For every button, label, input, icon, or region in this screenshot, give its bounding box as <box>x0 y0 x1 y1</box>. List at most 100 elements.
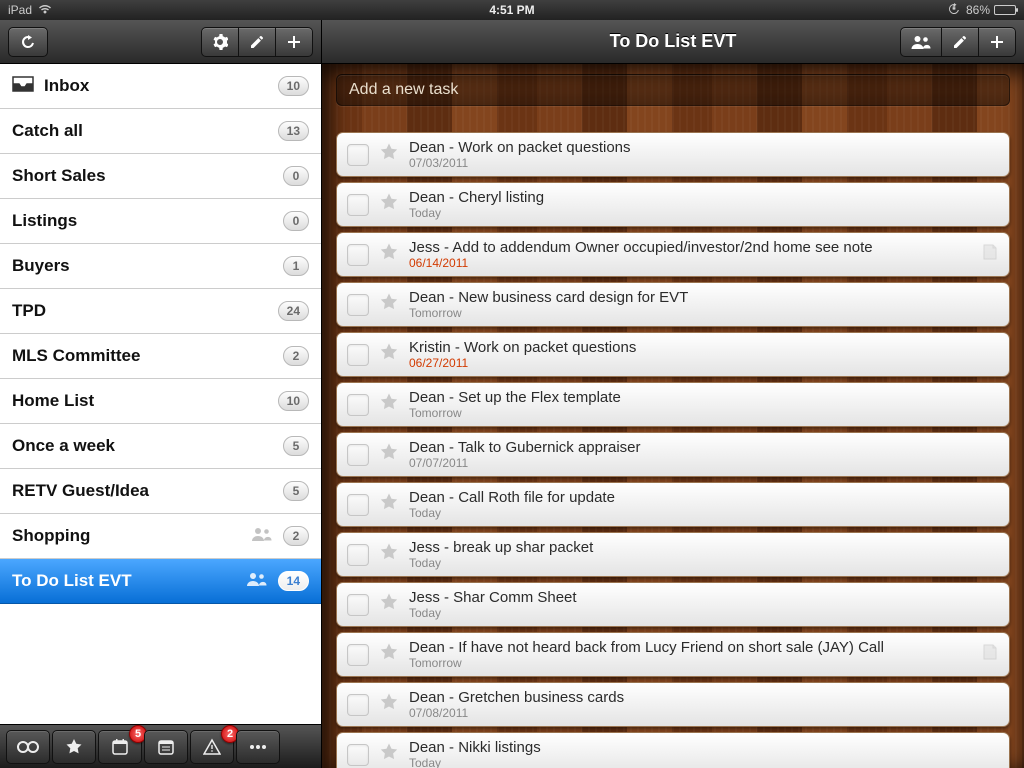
settings-button[interactable] <box>201 27 239 57</box>
task-row[interactable]: Dean - New business card design for EVTT… <box>336 282 1010 327</box>
task-title: Dean - Work on packet questions <box>409 139 999 156</box>
task-checkbox[interactable] <box>347 194 369 216</box>
sidebar-item-mls-committee[interactable]: MLS Committee2 <box>0 334 321 379</box>
sidebar-item-inbox[interactable]: Inbox 10 <box>0 64 321 109</box>
sidebar-item-count: 24 <box>278 301 309 321</box>
task-row[interactable]: Jess - Shar Comm SheetToday <box>336 582 1010 627</box>
task-checkbox[interactable] <box>347 744 369 766</box>
star-icon[interactable] <box>379 242 399 267</box>
star-icon[interactable] <box>379 742 399 767</box>
task-title: Dean - Gretchen business cards <box>409 689 999 706</box>
task-date: 07/08/2011 <box>409 706 999 720</box>
task-checkbox[interactable] <box>347 494 369 516</box>
clock: 4:51 PM <box>0 3 1024 17</box>
task-checkbox[interactable] <box>347 644 369 666</box>
sidebar-item-label: TPD <box>12 301 268 321</box>
star-icon[interactable] <box>379 292 399 317</box>
task-title: Dean - Nikki listings <box>409 739 999 756</box>
task-row[interactable]: Dean - Talk to Gubernick appraiser07/07/… <box>336 432 1010 477</box>
task-row[interactable]: Dean - Gretchen business cards07/08/2011 <box>336 682 1010 727</box>
sidebar-item-label: Short Sales <box>12 166 273 186</box>
task-date: Tomorrow <box>409 406 999 420</box>
sidebar-item-count: 0 <box>283 166 309 186</box>
sidebar-item-short-sales[interactable]: Short Sales 0 <box>0 154 321 199</box>
task-checkbox[interactable] <box>347 244 369 266</box>
star-icon[interactable] <box>379 492 399 517</box>
task-title: Jess - Add to addendum Owner occupied/in… <box>409 239 971 256</box>
task-row[interactable]: Jess - Add to addendum Owner occupied/in… <box>336 232 1010 277</box>
refresh-button[interactable] <box>8 27 48 57</box>
star-icon[interactable] <box>379 142 399 167</box>
task-row[interactable]: Dean - If have not heard back from Lucy … <box>336 632 1010 677</box>
add-list-button[interactable] <box>276 27 313 57</box>
star-icon[interactable] <box>379 442 399 467</box>
sidebar-item-listings[interactable]: Listings0 <box>0 199 321 244</box>
battery-icon <box>994 5 1016 15</box>
edit-lists-button[interactable] <box>239 27 276 57</box>
sidebar-item-tpd[interactable]: TPD 24 <box>0 289 321 334</box>
sidebar-item-buyers[interactable]: Buyers1 <box>0 244 321 289</box>
sidebar-item-shopping[interactable]: Shopping2 <box>0 514 321 559</box>
task-title: Jess - Shar Comm Sheet <box>409 589 999 606</box>
sidebar-item-home-list[interactable]: Home List10 <box>0 379 321 424</box>
sidebar-item-count: 10 <box>278 76 309 96</box>
star-icon[interactable] <box>379 592 399 617</box>
task-checkbox[interactable] <box>347 444 369 466</box>
star-icon[interactable] <box>379 342 399 367</box>
note-icon <box>981 243 999 266</box>
task-title: Kristin - Work on packet questions <box>409 339 999 356</box>
tasks-scroll-area[interactable]: Add a new task Dean - Work on packet que… <box>322 64 1024 768</box>
task-date: Today <box>409 606 999 620</box>
filter-overdue-button[interactable]: 2 <box>190 730 234 764</box>
task-row[interactable]: Dean - Call Roth file for updateToday <box>336 482 1010 527</box>
filter-today-button[interactable]: 5 <box>98 730 142 764</box>
star-icon[interactable] <box>379 642 399 667</box>
sidebar-item-label: Inbox <box>44 76 268 96</box>
sidebar-item-label: Home List <box>12 391 268 411</box>
task-date: 06/27/2011 <box>409 356 999 370</box>
sidebar-item-to-do-list-evt[interactable]: To Do List EVT14 <box>0 559 321 604</box>
task-row[interactable]: Jess - break up shar packetToday <box>336 532 1010 577</box>
task-date: Today <box>409 506 999 520</box>
sidebar-item-retv-guest-idea[interactable]: RETV Guest/Idea5 <box>0 469 321 514</box>
task-checkbox[interactable] <box>347 394 369 416</box>
filter-all-button[interactable] <box>6 730 50 764</box>
star-icon[interactable] <box>379 392 399 417</box>
sidebar-item-count: 5 <box>283 436 309 456</box>
sidebar-item-count: 2 <box>283 526 309 546</box>
task-title: Dean - Talk to Gubernick appraiser <box>409 439 999 456</box>
more-filters-button[interactable] <box>236 730 280 764</box>
star-icon[interactable] <box>379 692 399 717</box>
filter-starred-button[interactable] <box>52 730 96 764</box>
task-row[interactable]: Dean - Work on packet questions07/03/201… <box>336 132 1010 177</box>
sidebar-item-label: To Do List EVT <box>12 571 236 591</box>
sidebar-item-label: Buyers <box>12 256 273 276</box>
task-title: Dean - Cheryl listing <box>409 189 999 206</box>
task-row[interactable]: Dean - Set up the Flex templateTomorrow <box>336 382 1010 427</box>
task-checkbox[interactable] <box>347 344 369 366</box>
page-title: To Do List EVT <box>322 31 1024 52</box>
lists-container[interactable]: Inbox10Catch all13Short Sales0Listings0B… <box>0 64 321 724</box>
star-icon[interactable] <box>379 542 399 567</box>
sidebar-item-catch-all[interactable]: Catch all 13 <box>0 109 321 154</box>
task-checkbox[interactable] <box>347 144 369 166</box>
add-task-input[interactable]: Add a new task <box>336 74 1010 106</box>
sidebar-item-count: 13 <box>278 121 309 141</box>
task-checkbox[interactable] <box>347 594 369 616</box>
star-icon[interactable] <box>379 192 399 217</box>
sidebar-item-once-a-week[interactable]: Once a week5 <box>0 424 321 469</box>
task-row[interactable]: Dean - Nikki listingsToday <box>336 732 1010 768</box>
task-checkbox[interactable] <box>347 544 369 566</box>
task-title: Dean - Set up the Flex template <box>409 389 999 406</box>
task-checkbox[interactable] <box>347 294 369 316</box>
add-task-placeholder: Add a new task <box>349 81 458 99</box>
task-row[interactable]: Kristin - Work on packet questions06/27/… <box>336 332 1010 377</box>
sidebar-item-label: Catch all <box>12 121 268 141</box>
ios-status-bar: iPad 4:51 PM 86% <box>0 0 1024 20</box>
filter-scheduled-button[interactable] <box>144 730 188 764</box>
task-date: 07/07/2011 <box>409 456 999 470</box>
task-date: Today <box>409 206 999 220</box>
task-checkbox[interactable] <box>347 694 369 716</box>
task-row[interactable]: Dean - Cheryl listingToday <box>336 182 1010 227</box>
inbox-icon <box>12 76 34 97</box>
